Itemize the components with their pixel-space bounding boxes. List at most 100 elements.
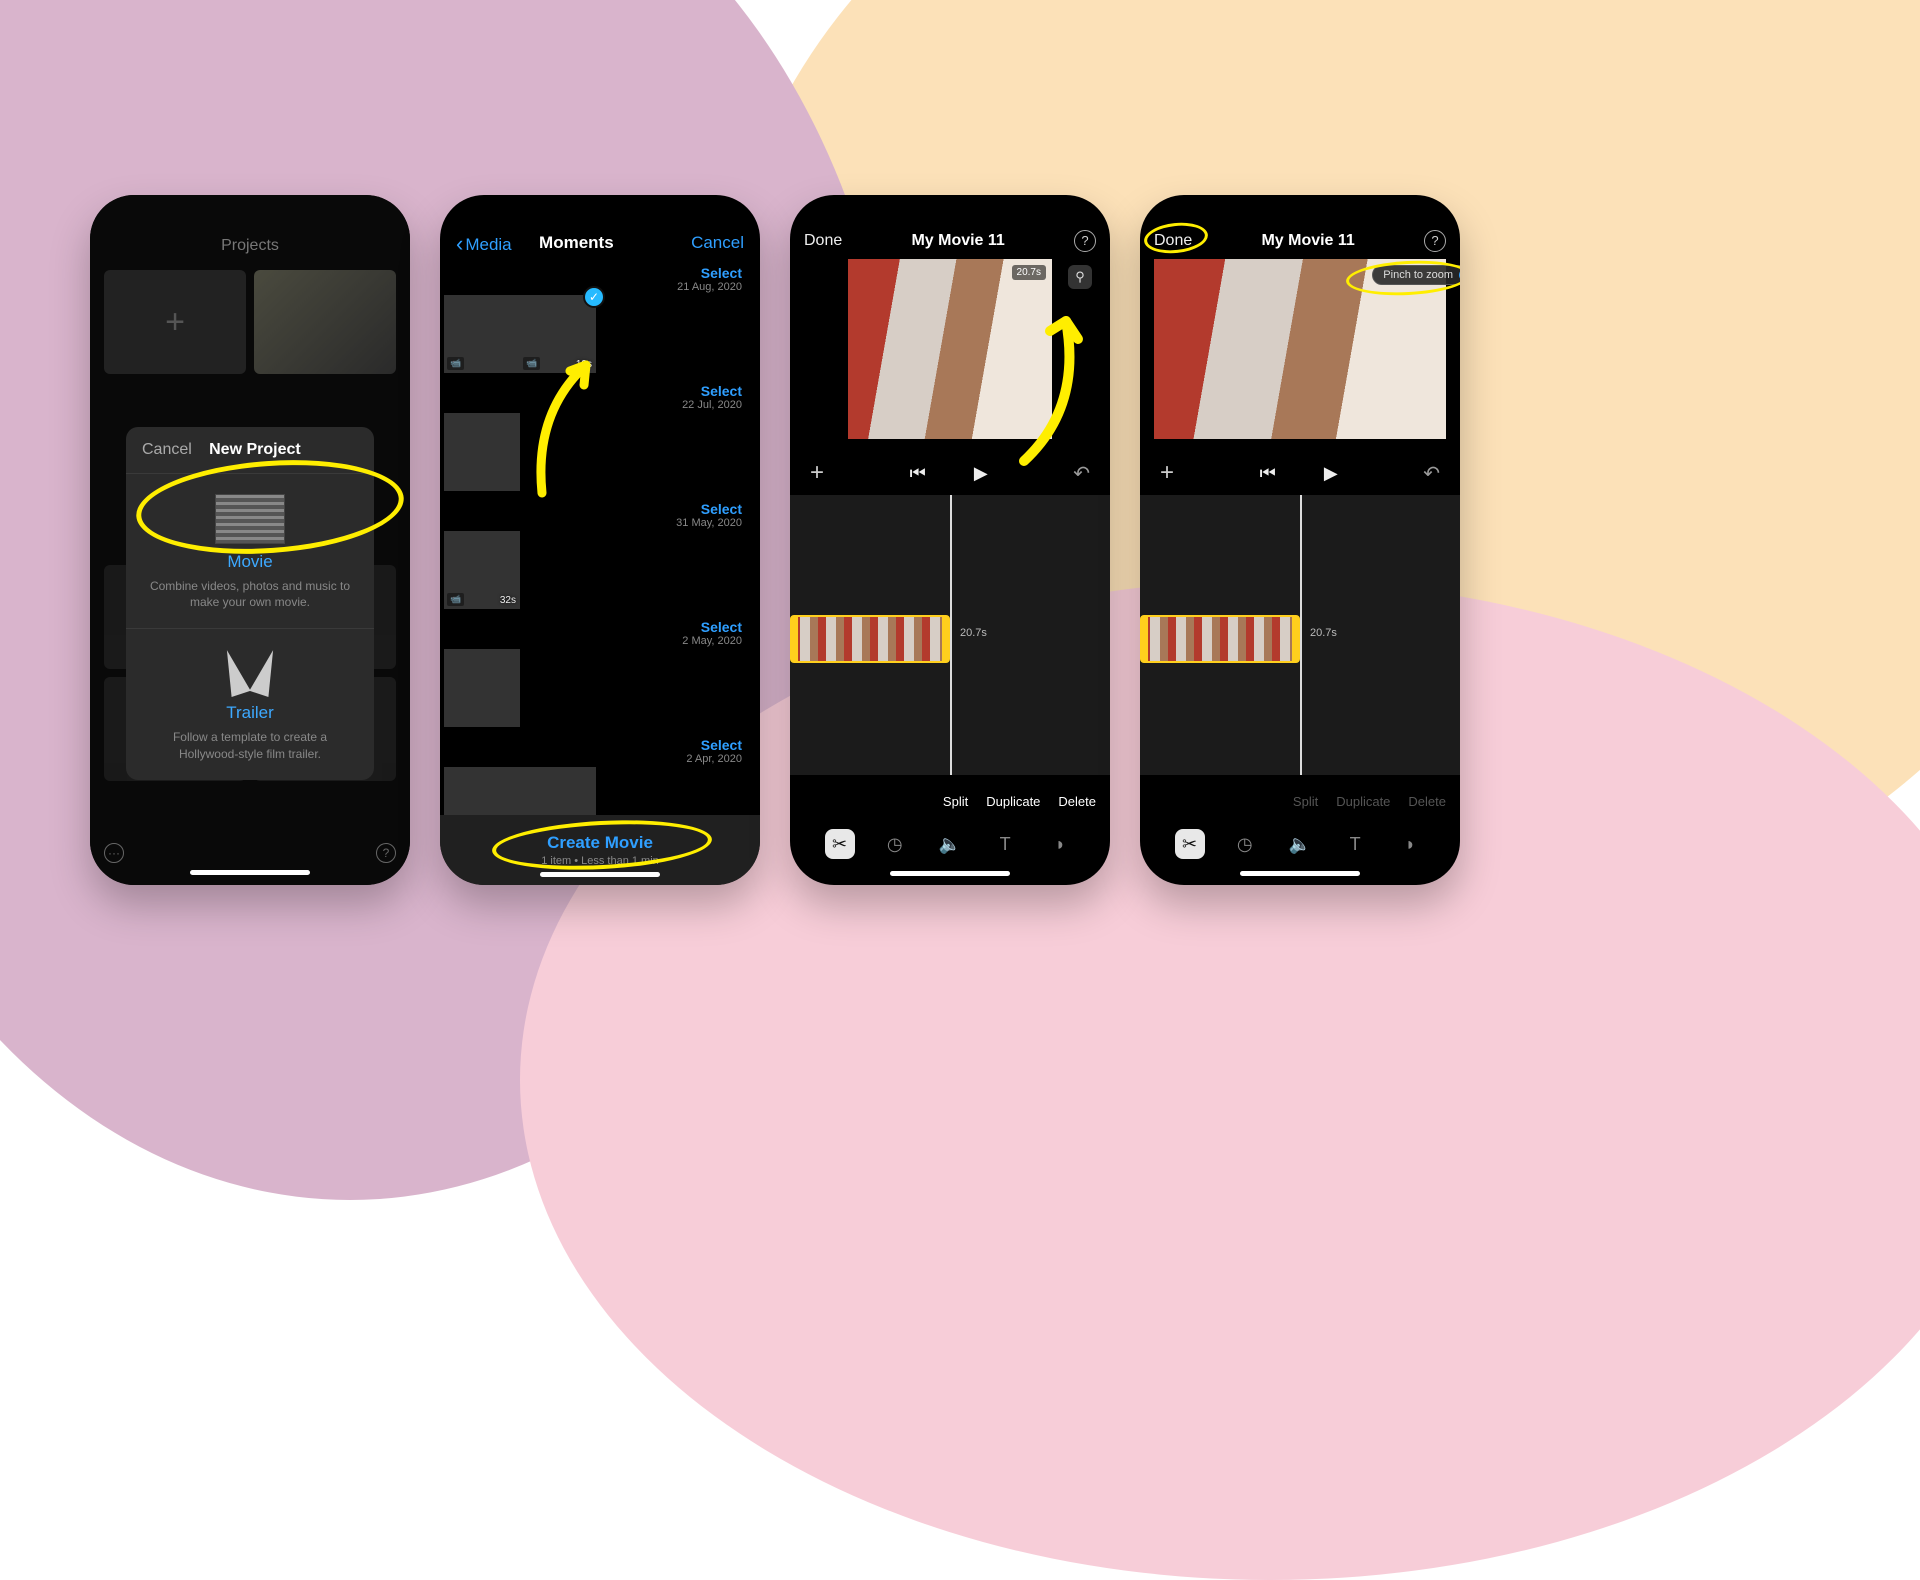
delete-button[interactable]: Delete [1058, 794, 1096, 809]
section-select-button[interactable]: Select [701, 265, 742, 281]
playhead[interactable] [950, 495, 952, 775]
clip-duration-label: 20.7s [960, 627, 987, 639]
duplicate-button[interactable]: Duplicate [986, 794, 1040, 809]
filters-tool-icon[interactable]: ◗ [1395, 829, 1425, 859]
option-trailer-label: Trailer [142, 703, 358, 723]
media-thumb[interactable] [444, 413, 520, 491]
project-thumb[interactable] [254, 270, 396, 374]
media-thumb-selected[interactable]: 📹 13s ✓ [520, 295, 596, 373]
add-media-button[interactable]: + [810, 459, 824, 487]
section-date: 2 Apr, 2020 [686, 753, 742, 765]
phone-projects-new-project: Projects + My Movie 6 My Movie 5 Cancel … [90, 195, 410, 885]
trim-handle-right[interactable] [1292, 617, 1300, 661]
create-movie-button[interactable]: Create Movie [547, 833, 653, 853]
option-trailer[interactable]: Trailer Follow a template to create a Ho… [126, 628, 374, 779]
skip-to-start-button[interactable]: ⏮ [1260, 463, 1276, 484]
section-select-button[interactable]: Select [701, 501, 742, 517]
section-date: 22 Jul, 2020 [682, 399, 742, 411]
tool-row: ✂ ◷ 🔈 T ◗ [1140, 829, 1460, 859]
picker-title: Moments [462, 233, 691, 253]
section-select-button[interactable]: Select [701, 737, 742, 753]
home-indicator [890, 871, 1010, 876]
video-preview[interactable]: 20.7s ⚲ [848, 259, 1052, 439]
project-title: My Movie 11 [842, 232, 1074, 250]
home-indicator [190, 870, 310, 875]
done-button[interactable]: Done [804, 232, 842, 250]
media-thumb[interactable] [520, 767, 596, 815]
add-media-button[interactable]: + [1160, 459, 1174, 487]
video-preview[interactable]: Pinch to zoom [1154, 259, 1446, 439]
video-badge-icon: 📹 [447, 593, 464, 606]
home-indicator [540, 872, 660, 877]
timeline[interactable]: 20.7s [1140, 495, 1460, 775]
section-date: 21 Aug, 2020 [677, 281, 742, 293]
play-button[interactable]: ▶ [1324, 463, 1338, 484]
filters-tool-icon[interactable]: ◗ [1045, 829, 1075, 859]
spotlights-icon [220, 649, 280, 697]
phone-editor-pinch-zoom: Done My Movie 11 ? Pinch to zoom + ⏮ ▶ ↶… [1140, 195, 1460, 885]
media-thumb[interactable]: 📹 [444, 295, 520, 373]
video-badge-icon: 📹 [523, 357, 540, 370]
done-button[interactable]: Done [1154, 232, 1192, 250]
clip-duration-label: 20.7s [1310, 627, 1337, 639]
timeline-clip-selected[interactable] [1140, 615, 1300, 663]
sheet-title: New Project [152, 441, 358, 459]
preview-duration-badge: 20.7s [1012, 265, 1046, 280]
timeline[interactable]: 20.7s [790, 495, 1110, 775]
speed-tool-icon[interactable]: ◷ [1230, 829, 1260, 859]
new-placeholder-tile[interactable]: + [104, 270, 246, 374]
trim-handle-left[interactable] [1140, 617, 1148, 661]
option-movie-desc: Combine videos, photos and music to make… [142, 578, 358, 610]
option-movie[interactable]: Movie Combine videos, photos and music t… [126, 473, 374, 628]
media-thumb[interactable]: 📹 32s [444, 531, 520, 609]
trim-handle-left[interactable] [790, 617, 798, 661]
plus-icon: + [165, 303, 185, 342]
playhead[interactable] [1300, 495, 1302, 775]
option-trailer-desc: Follow a template to create a Hollywood-… [142, 729, 358, 761]
timeline-clip-selected[interactable] [790, 615, 950, 663]
pinch-to-zoom-label: Pinch to zoom [1383, 269, 1453, 281]
pinch-indicator-icon [1459, 269, 1460, 281]
titles-tool-icon[interactable]: T [1340, 829, 1370, 859]
section-date: 2 May, 2020 [682, 635, 742, 647]
delete-button: Delete [1408, 794, 1446, 809]
checkmark-icon: ✓ [583, 286, 605, 308]
help-button[interactable]: ? [376, 843, 396, 863]
audio-tool-icon[interactable]: 🔈 [935, 829, 965, 859]
speed-tool-icon[interactable]: ◷ [880, 829, 910, 859]
magnifier-zoom-button[interactable]: ⚲ [1068, 265, 1092, 289]
section-date: 31 May, 2020 [676, 517, 742, 529]
split-button[interactable]: Split [943, 794, 968, 809]
phone-editor-zoom-icon: Done My Movie 11 ? 20.7s ⚲ + ⏮ ▶ ↶ 20.7s… [790, 195, 1110, 885]
new-project-sheet: Cancel New Project Movie Combine videos,… [126, 427, 374, 780]
undo-button[interactable]: ↶ [1073, 461, 1090, 486]
media-thumb[interactable] [444, 649, 520, 727]
play-button[interactable]: ▶ [974, 463, 988, 484]
section-select-button[interactable]: Select [701, 383, 742, 399]
thumb-duration: 32s [500, 595, 516, 606]
pinch-to-zoom-pill[interactable]: Pinch to zoom [1372, 265, 1460, 285]
cancel-button[interactable]: Cancel [691, 233, 744, 253]
scissors-tool-icon[interactable]: ✂ [1175, 829, 1205, 859]
help-button[interactable]: ? [1424, 230, 1446, 252]
split-button: Split [1293, 794, 1318, 809]
phone-moments-picker: ‹Media Moments Cancel Select21 Aug, 2020… [440, 195, 760, 885]
more-button[interactable]: ··· [104, 843, 124, 863]
skip-to-start-button[interactable]: ⏮ [910, 463, 926, 484]
undo-button[interactable]: ↶ [1423, 461, 1440, 486]
trim-handle-right[interactable] [942, 617, 950, 661]
section-select-button[interactable]: Select [701, 619, 742, 635]
titles-tool-icon[interactable]: T [990, 829, 1020, 859]
chevron-left-icon: ‹ [456, 231, 463, 256]
home-indicator [1240, 871, 1360, 876]
create-movie-bar[interactable]: Create Movie 1 item • Less than 1 min [440, 815, 760, 885]
filmstrip-icon [215, 494, 285, 544]
project-title: My Movie 11 [1192, 232, 1424, 250]
help-button[interactable]: ? [1074, 230, 1096, 252]
scissors-tool-icon[interactable]: ✂ [825, 829, 855, 859]
duplicate-button: Duplicate [1336, 794, 1390, 809]
create-movie-meta: 1 item • Less than 1 min [541, 855, 659, 867]
audio-tool-icon[interactable]: 🔈 [1285, 829, 1315, 859]
thumb-duration: 13s [576, 359, 592, 370]
media-thumb[interactable] [444, 767, 520, 815]
